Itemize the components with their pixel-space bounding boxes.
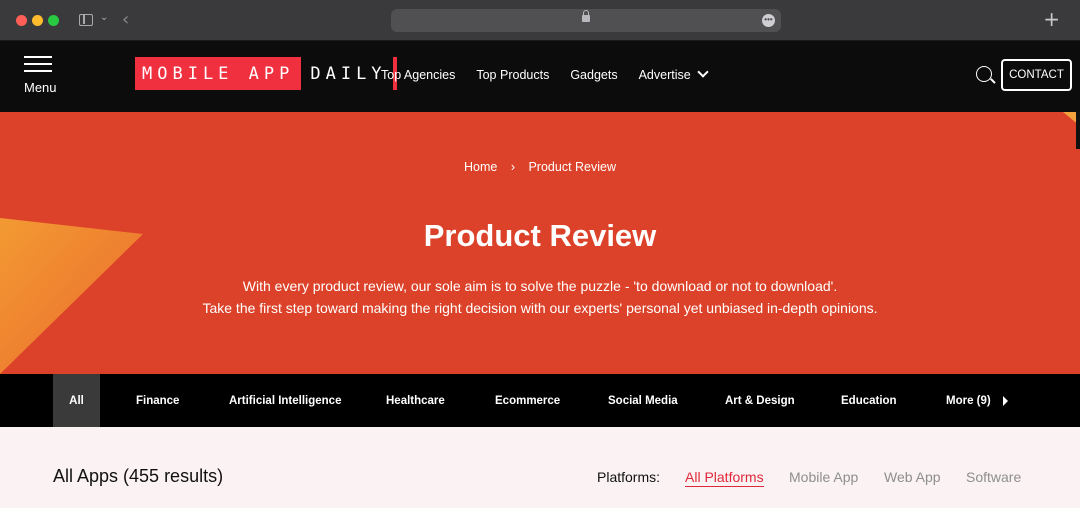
main-nav: Top Agencies Top Products Gadgets Advert… [381,66,728,82]
tab-finance[interactable]: Finance [136,374,179,427]
more-options-icon[interactable]: ••• [762,14,775,27]
minimize-window-button[interactable] [32,15,43,26]
browser-toolbar: ⌄ ‹ ••• + [0,0,1080,41]
search-icon[interactable] [976,66,992,82]
page-title: Product Review [423,218,657,253]
caret-right-icon [1002,395,1008,406]
page-subtitle: With every product review, our sole aim … [0,275,1080,319]
subtitle-line: With every product review, our sole aim … [242,278,838,294]
new-tab-button[interactable]: + [1043,7,1060,31]
subtitle-line: Take the first step toward making the ri… [202,300,878,316]
tab-ecommerce[interactable]: Ecommerce [495,374,560,427]
tab-all[interactable]: All [53,374,100,427]
tab-education[interactable]: Education [841,374,897,427]
breadcrumb-separator: › [510,160,515,174]
sidebar-toggle-icon[interactable] [79,14,93,26]
nav-advertise-label: Advertise [638,68,691,82]
lock-icon [582,10,590,22]
tab-more-label: More (9) [946,394,991,407]
chevron-down-icon[interactable]: ⌄ [100,12,108,23]
hero-corner-edge [1076,112,1080,149]
platforms-label: Platforms: [597,469,661,485]
category-tabs: All Finance Artificial Intelligence Heal… [0,374,1080,427]
maximize-window-button[interactable] [48,15,59,26]
contact-button[interactable]: CONTACT [1001,59,1072,91]
platform-filter-web-app[interactable]: Web App [884,469,941,485]
nav-top-agencies[interactable]: Top Agencies [381,68,455,82]
nav-gadgets[interactable]: Gadgets [570,68,617,82]
platform-filter-mobile-app[interactable]: Mobile App [789,469,858,485]
nav-advertise[interactable]: Advertise [638,66,709,82]
breadcrumb: Home › Product Review [0,160,1080,174]
breadcrumb-home-link[interactable]: Home [464,160,497,174]
back-button[interactable]: ‹ [122,9,129,30]
platform-filter-all[interactable]: All Platforms [685,469,764,487]
logo-text-secondary: DAILY [310,63,387,84]
tab-art-design[interactable]: Art & Design [725,374,795,427]
platform-filter-software[interactable]: Software [966,469,1021,485]
nav-top-products[interactable]: Top Products [476,68,549,82]
site-logo[interactable]: MOBILE APP DAILY [135,57,397,90]
menu-icon[interactable] [24,56,54,77]
site-header: Menu MOBILE APP DAILY Top Agencies Top P… [0,41,1080,112]
close-window-button[interactable] [16,15,27,26]
results-heading: All Apps (455 results) [53,466,224,486]
chevron-down-icon [697,66,709,78]
address-bar[interactable]: ••• [391,9,781,32]
hero-banner: Home › Product Review Product Review Wit… [0,112,1080,374]
tab-healthcare[interactable]: Healthcare [386,374,445,427]
tab-more[interactable]: More (9) [946,374,1008,427]
breadcrumb-current: Product Review [528,160,617,174]
logo-text-primary: MOBILE APP [135,57,302,90]
tab-artificial-intelligence[interactable]: Artificial Intelligence [229,374,341,427]
tab-social-media[interactable]: Social Media [608,374,678,427]
menu-label[interactable]: Menu [24,80,57,95]
